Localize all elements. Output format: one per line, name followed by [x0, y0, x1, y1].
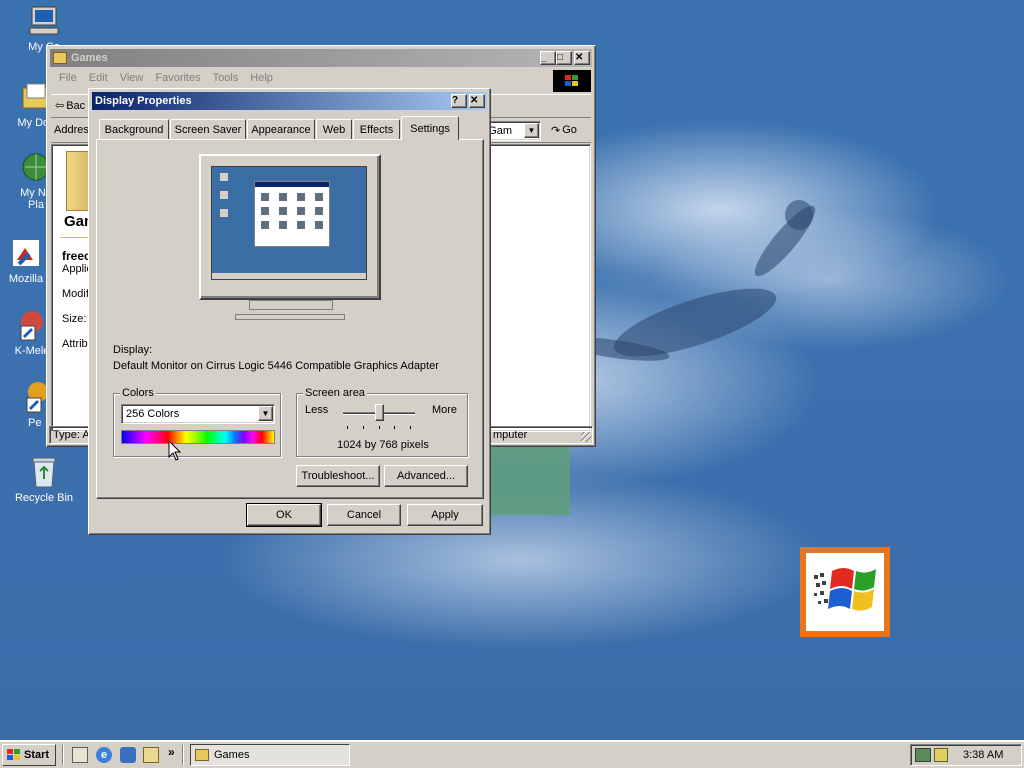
games-window-title: Games [71, 52, 108, 64]
desktop-icon-label: Recycle Bin [14, 492, 74, 504]
back-arrow-icon: ⇦ [55, 100, 65, 112]
quicklaunch-outlook-icon[interactable] [120, 747, 136, 763]
status-right-panel: mputer [489, 426, 593, 444]
desktop-icon-recycle-bin[interactable]: Recycle Bin [6, 455, 82, 504]
quicklaunch-separator-2 [182, 745, 184, 765]
mini-desktop-icon [220, 191, 228, 199]
folder-icon [53, 52, 67, 64]
mini-window-icons [255, 187, 329, 235]
mini-desktop-icon [220, 209, 228, 217]
quicklaunch-separator [62, 745, 64, 765]
modified-label: Modif [62, 288, 89, 300]
back-label: Bac [66, 99, 86, 112]
taskbar: Start e » Games 3:38 AM [0, 740, 1024, 768]
windows-throbber-icon [553, 70, 591, 92]
tray-clock[interactable]: 3:38 AM [963, 749, 1003, 761]
folder-icon [195, 749, 209, 761]
resolution-text: 1024 by 768 pixels [337, 439, 429, 451]
dialog-titlebar[interactable]: Display Properties ? ✕ [92, 92, 487, 110]
quicklaunch-desktop-icon[interactable] [72, 747, 88, 763]
tab-appearance[interactable]: Appearance [247, 119, 315, 139]
advanced-button[interactable]: Advanced... [384, 465, 468, 487]
dialog-close-button[interactable]: ✕ [469, 94, 485, 108]
taskbar-item-games[interactable]: Games [190, 744, 350, 766]
less-label: Less [305, 404, 329, 416]
status-right-text: mputer [493, 429, 528, 441]
monitor-neck [249, 300, 333, 310]
size-label: Size: [62, 313, 87, 325]
go-button[interactable]: ↷ Go [551, 124, 577, 137]
monitor-screen [211, 166, 367, 280]
windows-flag-icon [806, 553, 884, 631]
quicklaunch-more-button[interactable]: » [168, 745, 175, 759]
close-button[interactable]: ✕ [574, 51, 590, 65]
mini-window [254, 181, 330, 247]
tray-volume-icon[interactable] [934, 748, 948, 762]
taskbar-item-label: Games [214, 749, 250, 761]
color-palette-bar [121, 430, 275, 444]
colors-dropdown-button[interactable]: ▼ [258, 406, 273, 421]
selected-item-name: freec [62, 249, 91, 263]
monitor-stand [235, 314, 345, 320]
attributes-label: Attrib [62, 338, 88, 350]
screen-area-group-label: Screen area [303, 387, 367, 399]
display-properties-dialog[interactable]: Display Properties ? ✕ Background Screen… [88, 88, 491, 535]
apply-button[interactable]: Apply [407, 504, 483, 526]
colors-select[interactable]: 256 Colors ▼ [121, 404, 275, 424]
display-label: Display: [113, 344, 153, 356]
colors-select-value: 256 Colors [126, 408, 180, 420]
mozilla-icon [9, 236, 43, 270]
quicklaunch-search-icon[interactable] [143, 747, 159, 763]
monitor-preview [199, 154, 381, 310]
colors-group-label: Colors [120, 387, 156, 399]
mouse-cursor [168, 439, 182, 462]
status-left-text: Type: A [53, 429, 90, 441]
games-window-titlebar[interactable]: Games _ □ ✕ [50, 49, 592, 67]
mini-desktop-icon [220, 173, 228, 181]
go-arrow-icon: ↷ [551, 125, 561, 137]
ok-button[interactable]: OK [246, 503, 322, 527]
tab-screen-saver[interactable]: Screen Saver [170, 119, 246, 139]
windows-logo-tile [800, 547, 890, 637]
quicklaunch-ie-icon[interactable]: e [96, 747, 112, 763]
help-button[interactable]: ? [451, 94, 467, 108]
resize-grip[interactable] [581, 432, 591, 442]
tab-web[interactable]: Web [316, 119, 352, 139]
wallpaper-silhouette-head [785, 200, 813, 230]
tab-effects[interactable]: Effects [353, 119, 400, 139]
slider-ticks [347, 426, 411, 429]
screen-area-groupbox: Screen area Less More 1024 by 768 pixels [296, 387, 468, 457]
recycle-bin-icon [27, 455, 61, 489]
more-label: More [431, 404, 457, 416]
system-tray: 3:38 AM [910, 744, 1022, 766]
go-label: Go [562, 124, 577, 136]
windows-flag-icon [7, 749, 21, 761]
colors-groupbox: Colors 256 Colors ▼ [113, 387, 281, 457]
tab-settings[interactable]: Settings [401, 116, 459, 140]
minimize-button[interactable]: _ [540, 51, 556, 65]
tab-background[interactable]: Background [99, 119, 169, 139]
address-dropdown-button[interactable]: ▼ [524, 123, 539, 138]
mini-taskbar [212, 273, 366, 279]
troubleshoot-button[interactable]: Troubleshoot... [296, 465, 380, 487]
tray-network-icon[interactable] [915, 748, 931, 762]
screen-area-slider-thumb[interactable] [375, 404, 384, 421]
start-label: Start [24, 749, 50, 761]
settings-tab-panel: Display: Default Monitor on Cirrus Logic… [96, 139, 484, 499]
display-adapter-value: Default Monitor on Cirrus Logic 5446 Com… [113, 360, 439, 372]
dialog-title: Display Properties [95, 95, 192, 107]
address-label: Addres [54, 124, 89, 136]
back-button[interactable]: ⇦ Bac [55, 99, 86, 113]
cancel-button[interactable]: Cancel [327, 504, 401, 526]
start-button[interactable]: Start [2, 744, 56, 766]
background-green-region [490, 447, 570, 515]
menu-file[interactable]: File [53, 72, 83, 90]
maximize-button[interactable]: □ [556, 51, 572, 65]
computer-icon [27, 4, 61, 38]
k-meleon-icon [15, 308, 49, 342]
